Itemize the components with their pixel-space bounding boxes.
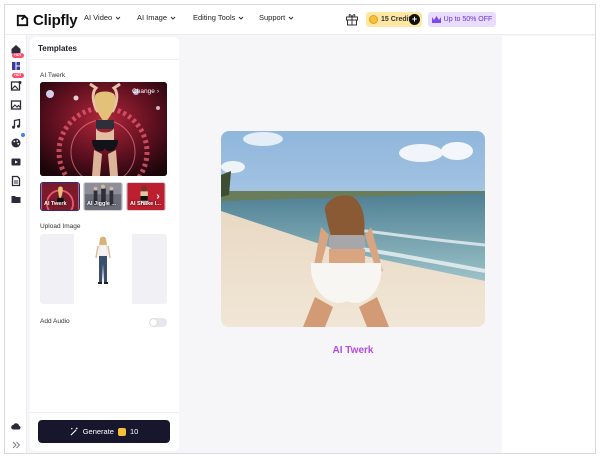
template-section-label: AI Twerk [40,72,66,79]
result-preview-image [221,131,485,327]
thumbnail-label: AI Twerk [44,201,67,207]
rail-music[interactable] [10,117,22,129]
music-icon [12,118,21,129]
nav-support-label: Support [259,13,286,22]
rail-templates[interactable] [10,59,22,71]
add-audio-label: Add Audio [40,318,70,325]
chevron-right-icon: › [156,88,159,95]
generate-button[interactable]: Generate 10 [38,420,170,443]
generate-label: Generate [82,427,114,436]
templates-icon [12,62,20,70]
promo-button[interactable]: Up to 50% OFF [428,12,496,27]
chevron-down-icon [239,16,244,20]
gift-icon[interactable] [345,12,359,26]
divider [30,412,179,413]
image-edit-icon [10,81,22,91]
result-title: AI Twerk [332,345,374,356]
hot-badge: HOT [12,53,24,58]
cloud-icon [11,423,21,430]
folder-icon [11,196,21,203]
rail-video[interactable] [10,155,22,167]
nav-editing-tools-label: Editing Tools [193,13,236,22]
chevron-right-icon[interactable]: › [153,191,163,203]
chevron-down-icon [288,16,294,20]
top-navigation: Clipfly AI Video AI Image Editing Tools … [5,5,595,35]
coin-icon [117,427,126,436]
rail-expand[interactable] [10,438,22,450]
panel-title: Templates [38,44,77,53]
nav-ai-video[interactable]: AI Video [84,13,121,22]
hot-badge: HOT [12,73,24,78]
template-preview-image [40,82,167,176]
thumbnail-ai-twerk[interactable]: AI Twerk [40,182,80,211]
new-dot [21,133,25,137]
crown-icon [431,16,441,23]
rail-cloud[interactable] [10,419,22,431]
thumbnail-ai-jiggle[interactable]: AI Jiggle ... [83,182,123,211]
nav-ai-image-label: AI Image [137,13,168,22]
generate-cost: 10 [129,427,139,436]
rail-picture[interactable] [10,98,22,110]
coin-icon [369,15,378,24]
clipfly-logo[interactable]: Clipfly [15,10,78,30]
palette-icon [11,138,21,148]
chevron-down-icon [170,16,176,20]
template-preview[interactable]: Change › [40,82,167,176]
magic-wand-icon [70,427,78,436]
rail-folder[interactable] [10,192,22,204]
promo-label: Up to 50% OFF [443,16,493,23]
rail-image-edit[interactable] [10,79,22,91]
result-canvas: AI Twerk [181,36,501,453]
add-audio-row: Add Audio [40,318,167,328]
thumbnail-label: AI Jiggle ... [87,201,117,207]
app-window: Clipfly AI Video AI Image Editing Tools … [4,4,596,454]
brand-name: Clipfly [33,11,78,29]
rail-palette[interactable] [10,136,22,148]
rail-document[interactable] [10,174,22,187]
chevron-down-icon [115,16,121,20]
clipfly-logo-icon [16,14,29,26]
uploaded-photo [74,234,132,304]
template-thumbnails: AI Twerk AI Jiggle ... AI Shake I... › [40,182,167,211]
nav-editing-tools[interactable]: Editing Tools [193,13,244,22]
divider [30,59,179,60]
templates-panel: Templates AI Twerk Change › AI Twerk AI … [30,37,179,451]
add-credits-icon[interactable]: + [409,14,420,25]
result-preview[interactable] [221,131,485,327]
change-template-button[interactable]: Change › [132,88,159,95]
nav-support[interactable]: Support [259,13,294,22]
credits-badge[interactable]: 15 Credits + [366,12,422,27]
nav-ai-image[interactable]: AI Image [137,13,176,22]
left-rail: HOT HOT [5,35,27,453]
change-label: Change [132,88,155,95]
uploaded-photo-image [74,234,132,304]
nav-ai-video-label: AI Video [84,13,113,22]
right-blank-area [502,36,595,453]
toggle-knob [150,319,157,326]
upload-image-area[interactable] [40,234,167,304]
picture-icon [10,100,22,110]
thumbnail-ai-shake[interactable]: AI Shake I... › [126,182,166,211]
add-audio-toggle[interactable] [149,318,167,327]
upload-section-label: Upload Image [40,223,81,230]
document-icon [11,175,21,187]
expand-icon [12,441,21,449]
video-icon [11,158,21,166]
